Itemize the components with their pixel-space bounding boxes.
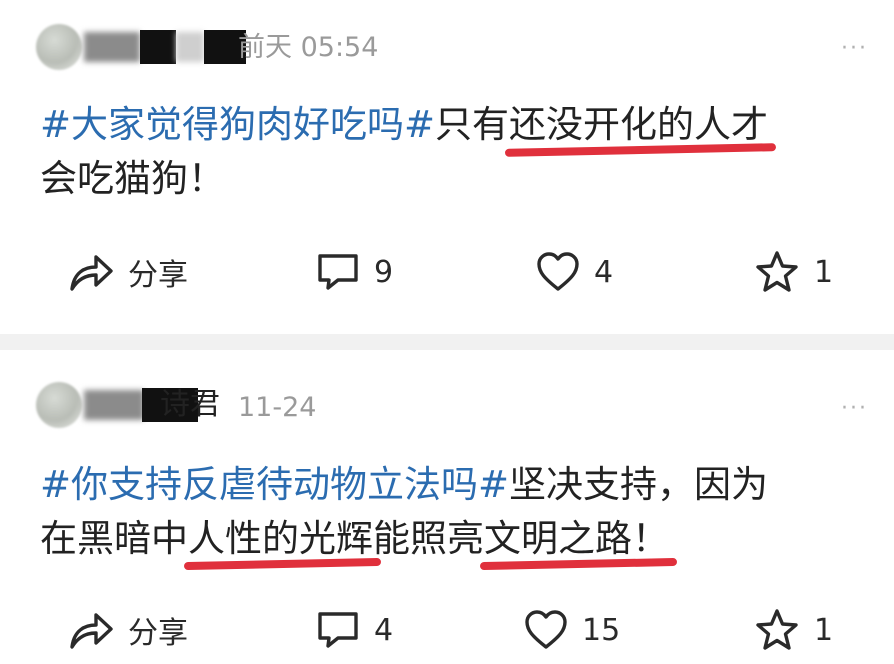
comment-count: 9 <box>374 254 394 290</box>
like-count: 4 <box>594 254 614 290</box>
comment-count: 4 <box>374 612 394 648</box>
star-icon <box>754 250 800 294</box>
like-button[interactable]: 15 <box>524 610 620 650</box>
share-button[interactable]: 分享 <box>68 250 188 294</box>
underlined-text: 文明之路！ <box>484 517 669 560</box>
post-text[interactable]: #大家觉得狗肉好吃吗#只有还没开化的人才 会吃猫狗！ <box>40 98 875 206</box>
post-text-segment: 只有 <box>435 103 510 146</box>
share-button[interactable]: 分享 <box>68 608 188 652</box>
hashtag-link[interactable]: #大家觉得狗肉好吃吗# <box>40 103 435 146</box>
post-time: 11-24 <box>238 392 317 423</box>
heart-icon <box>524 610 568 650</box>
post-text-segment: 坚决支持，因为 <box>509 463 769 506</box>
like-count: 15 <box>582 612 621 648</box>
favorite-count: 1 <box>814 612 834 648</box>
share-arrow-icon <box>68 251 114 293</box>
share-label: 分享 <box>128 258 188 293</box>
redacted-name <box>140 30 176 64</box>
favorite-count: 1 <box>814 254 834 290</box>
redacted-name <box>84 32 140 62</box>
redacted-name <box>176 32 204 62</box>
avatar[interactable] <box>36 382 82 428</box>
comment-button[interactable]: 9 <box>316 252 393 292</box>
comment-icon <box>316 252 360 292</box>
post-text-segment: 在黑暗中 <box>40 517 188 560</box>
favorite-button[interactable]: 1 <box>754 608 833 652</box>
hashtag-link[interactable]: #你支持反虐待动物立法吗# <box>40 463 509 506</box>
post-card-1: 前天 05:54 ··· #大家觉得狗肉好吃吗#只有还没开化的人才 会吃猫狗！ … <box>0 0 894 334</box>
post-card-2: 诗君 11-24 ··· #你支持反虐待动物立法吗#坚决支持，因为 在黑暗中人性… <box>0 350 894 664</box>
share-arrow-icon <box>68 609 114 651</box>
more-dots-icon[interactable]: ··· <box>841 398 868 420</box>
comment-icon <box>316 610 360 650</box>
author-name[interactable]: 诗君 <box>160 390 220 420</box>
author-info[interactable] <box>36 24 246 70</box>
underlined-text: 还没开化的人才 <box>509 103 769 146</box>
post-text-segment: 能照亮 <box>373 517 484 560</box>
like-button[interactable]: 4 <box>536 252 613 292</box>
post-time: 前天 05:54 <box>238 32 379 63</box>
redacted-name <box>84 390 144 420</box>
star-icon <box>754 608 800 652</box>
share-label: 分享 <box>128 616 188 651</box>
post-text-segment: 会吃猫狗！ <box>40 157 225 200</box>
post-divider <box>0 334 894 350</box>
comment-button[interactable]: 4 <box>316 610 393 650</box>
more-dots-icon[interactable]: ··· <box>841 38 868 60</box>
post-text[interactable]: #你支持反虐待动物立法吗#坚决支持，因为 在黑暗中人性的光辉能照亮文明之路！ <box>40 458 875 566</box>
favorite-button[interactable]: 1 <box>754 250 833 294</box>
heart-icon <box>536 252 580 292</box>
underlined-text: 人性的光辉 <box>188 517 373 560</box>
avatar[interactable] <box>36 24 82 70</box>
